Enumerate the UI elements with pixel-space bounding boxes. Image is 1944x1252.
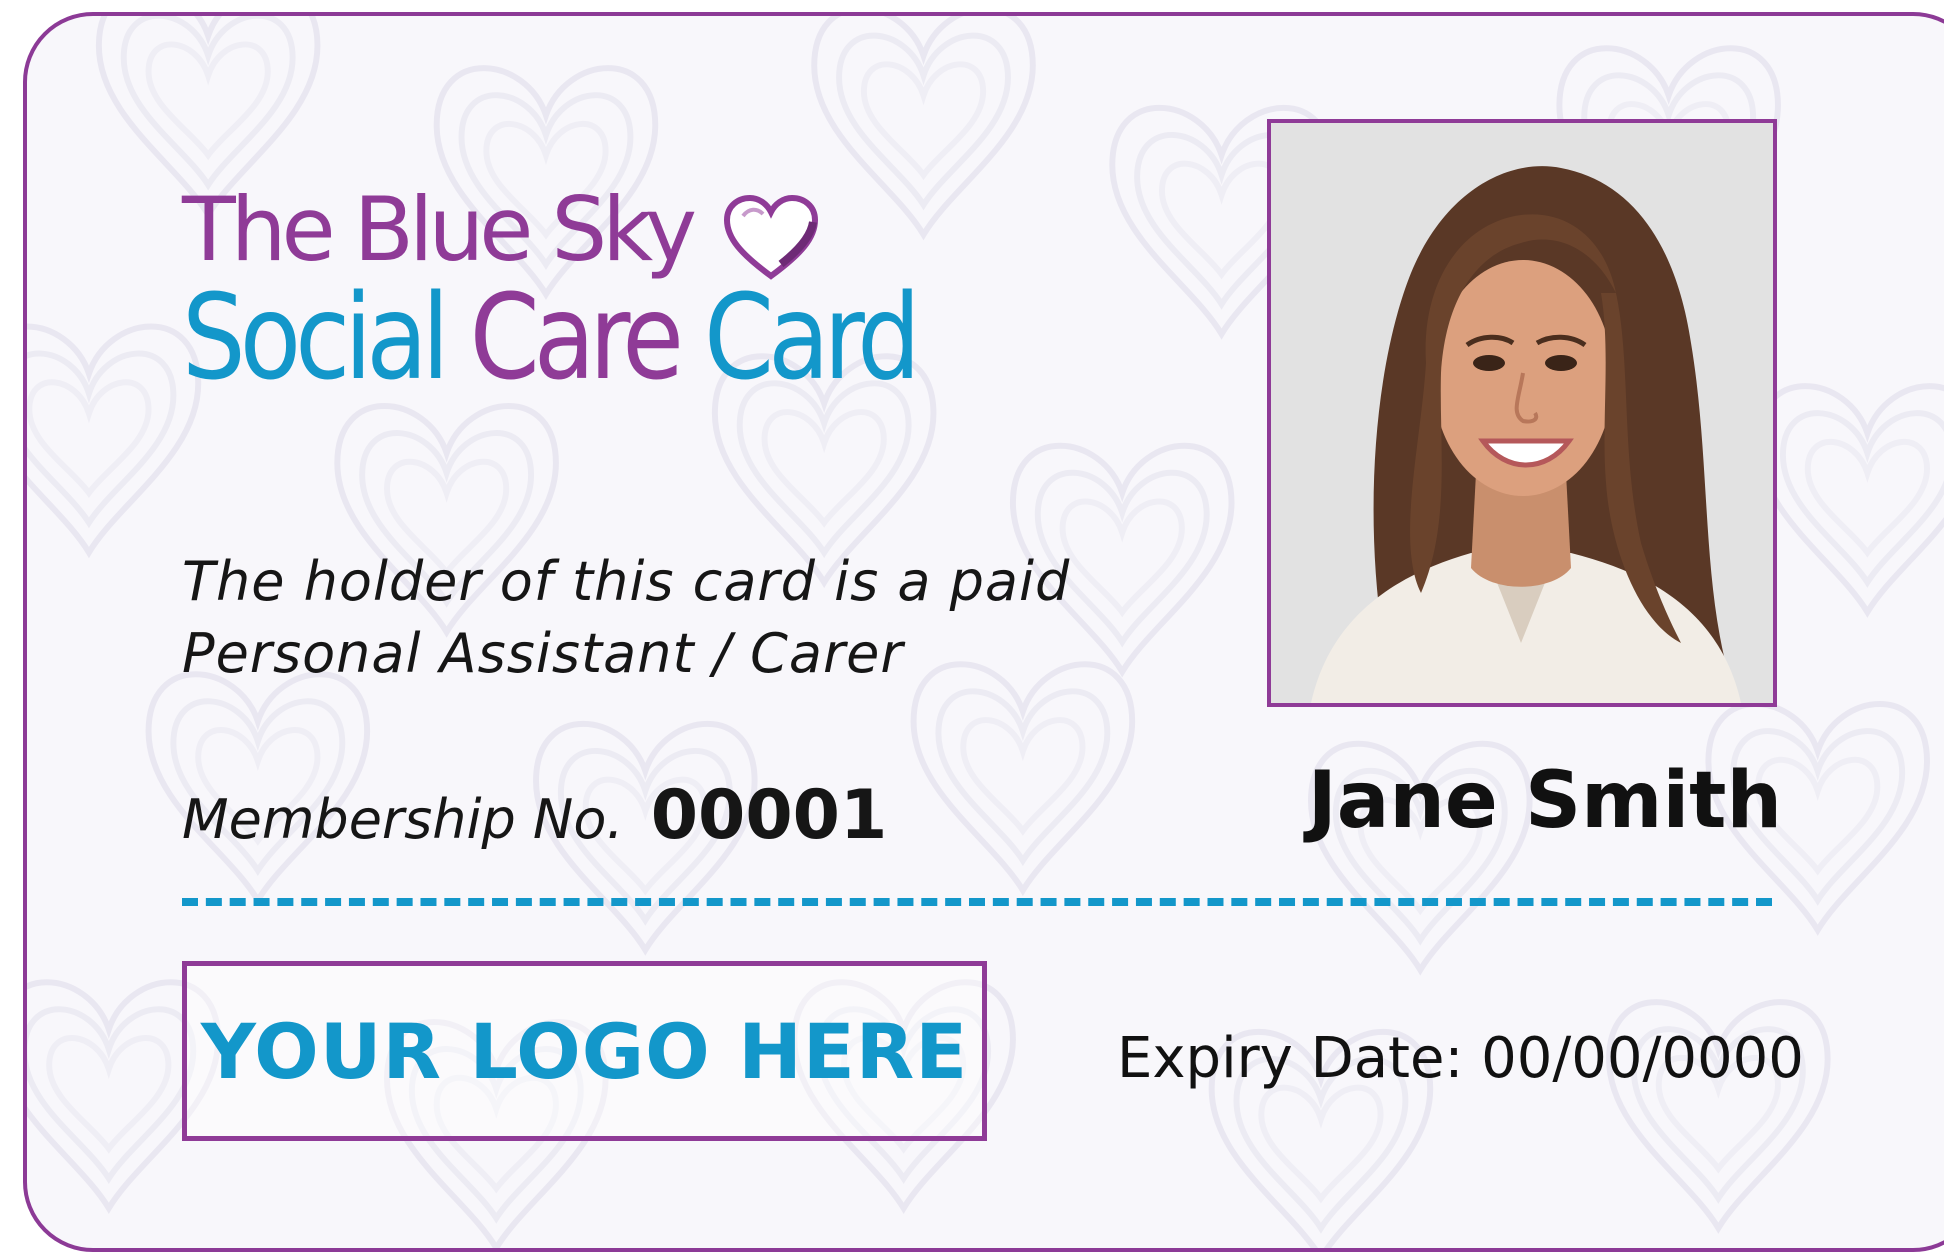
brand-word-card: Card <box>704 268 921 406</box>
membership-number: 00001 <box>650 776 888 855</box>
holder-name: Jane Smith <box>1307 756 1782 846</box>
brand-word-social: Social <box>182 268 450 406</box>
brand-line-2: Social Care Card <box>182 278 921 396</box>
expiry-label: Expiry Date: <box>1117 1026 1464 1091</box>
logo-placeholder-text: YOUR LOGO HERE <box>200 1006 969 1096</box>
holder-statement-line-1: The holder of this card is a paid <box>182 550 1071 613</box>
expiry-date: Expiry Date: 00/00/0000 <box>1117 1026 1804 1091</box>
logo-placeholder-box: YOUR LOGO HERE <box>182 961 987 1141</box>
brand-word-care: Care <box>469 268 684 406</box>
holder-photo <box>1267 119 1777 707</box>
brand-prefix: The <box>182 178 336 281</box>
brand-logo: The Blue Sky Social Care Card <box>182 186 1044 397</box>
dashed-divider <box>182 898 1772 906</box>
person-photo <box>1271 123 1773 703</box>
social-care-card: The Blue Sky Social Care Card The holder… <box>23 12 1944 1252</box>
membership-number-row: Membership No. 00001 <box>182 776 887 855</box>
brand-name: Blue Sky <box>353 178 697 281</box>
holder-statement: The holder of this card is a paid Person… <box>182 546 1070 690</box>
membership-label: Membership No. <box>182 788 624 851</box>
expiry-value: 00/00/0000 <box>1481 1026 1804 1091</box>
holder-statement-line-2: Personal Assistant / Carer <box>182 622 904 685</box>
